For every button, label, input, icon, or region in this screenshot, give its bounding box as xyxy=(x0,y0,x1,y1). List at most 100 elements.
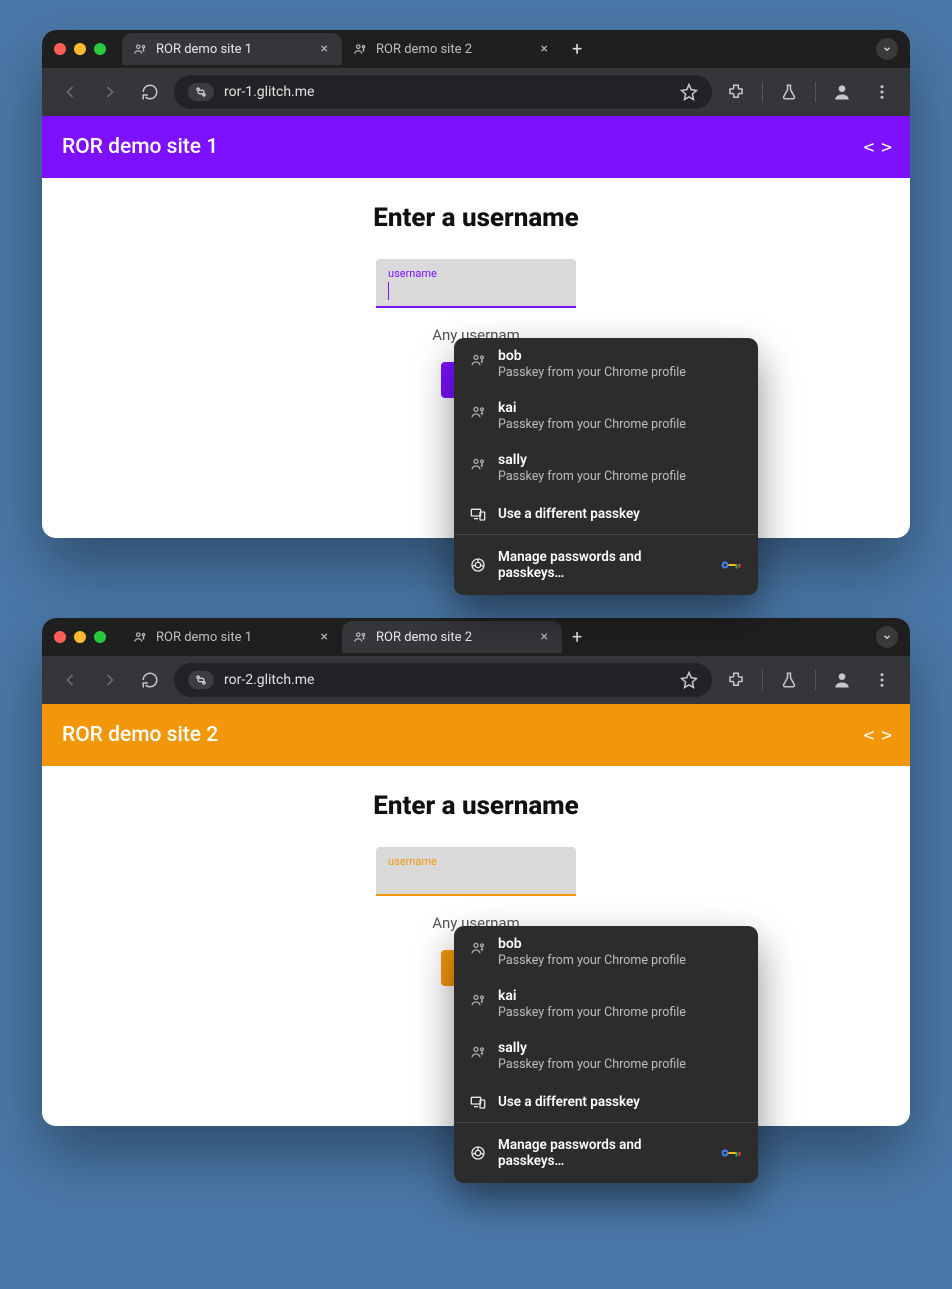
passkey-option[interactable]: kai Passkey from your Chrome profile xyxy=(454,978,758,1030)
tab-1[interactable]: ROR demo site 1 × xyxy=(122,621,342,653)
separator xyxy=(762,670,763,690)
passkey-favicon-icon xyxy=(132,629,148,645)
use-different-passkey[interactable]: Use a different passkey xyxy=(454,494,758,534)
passkey-option[interactable]: sally Passkey from your Chrome profile xyxy=(454,442,758,494)
labs-button[interactable] xyxy=(773,76,805,108)
separator xyxy=(815,670,816,690)
passkey-icon xyxy=(470,940,486,956)
minimize-window-icon[interactable] xyxy=(74,43,86,55)
password-key-icon xyxy=(720,558,742,572)
extensions-button[interactable] xyxy=(720,664,752,696)
passkey-option[interactable]: bob Passkey from your Chrome profile xyxy=(454,926,758,978)
new-tab-button[interactable]: + xyxy=(562,627,592,648)
page-content: Enter a username username Any usernam bo… xyxy=(42,766,910,1126)
minimize-window-icon[interactable] xyxy=(74,631,86,643)
reload-button[interactable] xyxy=(134,76,166,108)
banner-title: ROR demo site 2 xyxy=(62,723,218,747)
traffic-lights xyxy=(54,43,106,55)
separator xyxy=(762,82,763,102)
bookmark-star-icon[interactable] xyxy=(680,83,698,101)
field-label: username xyxy=(388,267,564,280)
tab-2[interactable]: ROR demo site 2 × xyxy=(342,621,562,653)
back-button[interactable] xyxy=(54,664,86,696)
titlebar: ROR demo site 1 × ROR demo site 2 × + xyxy=(42,30,910,68)
passkey-sub: Passkey from your Chrome profile xyxy=(498,953,686,968)
labs-button[interactable] xyxy=(773,664,805,696)
passkey-icon xyxy=(470,1044,486,1060)
reload-button[interactable] xyxy=(134,664,166,696)
code-brackets-icon[interactable]: < > xyxy=(863,725,890,746)
tab-close-icon[interactable]: × xyxy=(321,41,328,57)
field-label: username xyxy=(388,855,564,868)
tab-close-icon[interactable]: × xyxy=(321,629,328,645)
address-bar[interactable]: ror-1.glitch.me xyxy=(174,75,712,109)
use-different-passkey[interactable]: Use a different passkey xyxy=(454,1082,758,1122)
username-field[interactable]: username xyxy=(376,259,576,308)
username-field[interactable]: username xyxy=(376,847,576,896)
forward-button[interactable] xyxy=(94,76,126,108)
tab-title: ROR demo site 2 xyxy=(376,42,472,57)
alt-label: Use a different passkey xyxy=(498,1094,640,1110)
separator xyxy=(815,82,816,102)
close-window-icon[interactable] xyxy=(54,43,66,55)
passkey-favicon-icon xyxy=(352,629,368,645)
bookmark-star-icon[interactable] xyxy=(680,671,698,689)
titlebar: ROR demo site 1 × ROR demo site 2 × + xyxy=(42,618,910,656)
close-window-icon[interactable] xyxy=(54,631,66,643)
code-brackets-icon[interactable]: < > xyxy=(863,137,890,158)
manage-passwords[interactable]: Manage passwords and passkeys… xyxy=(454,535,758,595)
passkey-icon xyxy=(470,992,486,1008)
text-caret xyxy=(388,870,564,888)
tab-close-icon[interactable]: × xyxy=(541,41,548,57)
profile-button[interactable] xyxy=(826,664,858,696)
devices-icon xyxy=(470,506,486,522)
chrome-icon xyxy=(470,1145,486,1161)
passkey-sub: Passkey from your Chrome profile xyxy=(498,1057,686,1072)
tab-overflow-button[interactable] xyxy=(876,38,898,60)
page-heading: Enter a username xyxy=(42,203,910,233)
passkey-name: bob xyxy=(498,936,686,952)
passkey-name: sally xyxy=(498,1040,686,1056)
tab-title: ROR demo site 1 xyxy=(156,630,252,645)
toolbar: ror-1.glitch.me xyxy=(42,68,910,116)
maximize-window-icon[interactable] xyxy=(94,43,106,55)
browser-window-1: ROR demo site 1 × ROR demo site 2 × + xyxy=(42,30,910,538)
tab-overflow-button[interactable] xyxy=(876,626,898,648)
forward-button[interactable] xyxy=(94,664,126,696)
manage-label: Manage passwords and passkeys… xyxy=(498,549,708,581)
site-info-button[interactable] xyxy=(188,83,214,101)
passkey-option[interactable]: kai Passkey from your Chrome profile xyxy=(454,390,758,442)
extensions-button[interactable] xyxy=(720,76,752,108)
browser-window-2: ROR demo site 1 × ROR demo site 2 × + xyxy=(42,618,910,1126)
passkey-popover: bob Passkey from your Chrome profile kai… xyxy=(454,338,758,595)
passkey-option[interactable]: bob Passkey from your Chrome profile xyxy=(454,338,758,390)
menu-button[interactable] xyxy=(866,664,898,696)
passkey-icon xyxy=(470,352,486,368)
manage-passwords[interactable]: Manage passwords and passkeys… xyxy=(454,1123,758,1183)
passkey-option[interactable]: sally Passkey from your Chrome profile xyxy=(454,1030,758,1082)
tab-close-icon[interactable]: × xyxy=(541,629,548,645)
passkey-popover: bob Passkey from your Chrome profile kai… xyxy=(454,926,758,1183)
url-text: ror-1.glitch.me xyxy=(224,84,314,100)
page-heading: Enter a username xyxy=(42,791,910,821)
menu-button[interactable] xyxy=(866,76,898,108)
back-button[interactable] xyxy=(54,76,86,108)
password-key-icon xyxy=(720,1146,742,1160)
passkey-icon xyxy=(470,404,486,420)
tab-strip: ROR demo site 1 × ROR demo site 2 × + xyxy=(122,618,898,656)
maximize-window-icon[interactable] xyxy=(94,631,106,643)
site-info-button[interactable] xyxy=(188,671,214,689)
tab-2[interactable]: ROR demo site 2 × xyxy=(342,33,562,65)
page-content: Enter a username username Any usernam bo… xyxy=(42,178,910,538)
new-tab-button[interactable]: + xyxy=(562,39,592,60)
profile-button[interactable] xyxy=(826,76,858,108)
passkey-favicon-icon xyxy=(352,41,368,57)
page-banner: ROR demo site 2 < > xyxy=(42,704,910,766)
alt-label: Use a different passkey xyxy=(498,506,640,522)
passkey-name: kai xyxy=(498,988,686,1004)
address-bar[interactable]: ror-2.glitch.me xyxy=(174,663,712,697)
passkey-icon xyxy=(470,456,486,472)
tab-1[interactable]: ROR demo site 1 × xyxy=(122,33,342,65)
devices-icon xyxy=(470,1094,486,1110)
passkey-sub: Passkey from your Chrome profile xyxy=(498,417,686,432)
